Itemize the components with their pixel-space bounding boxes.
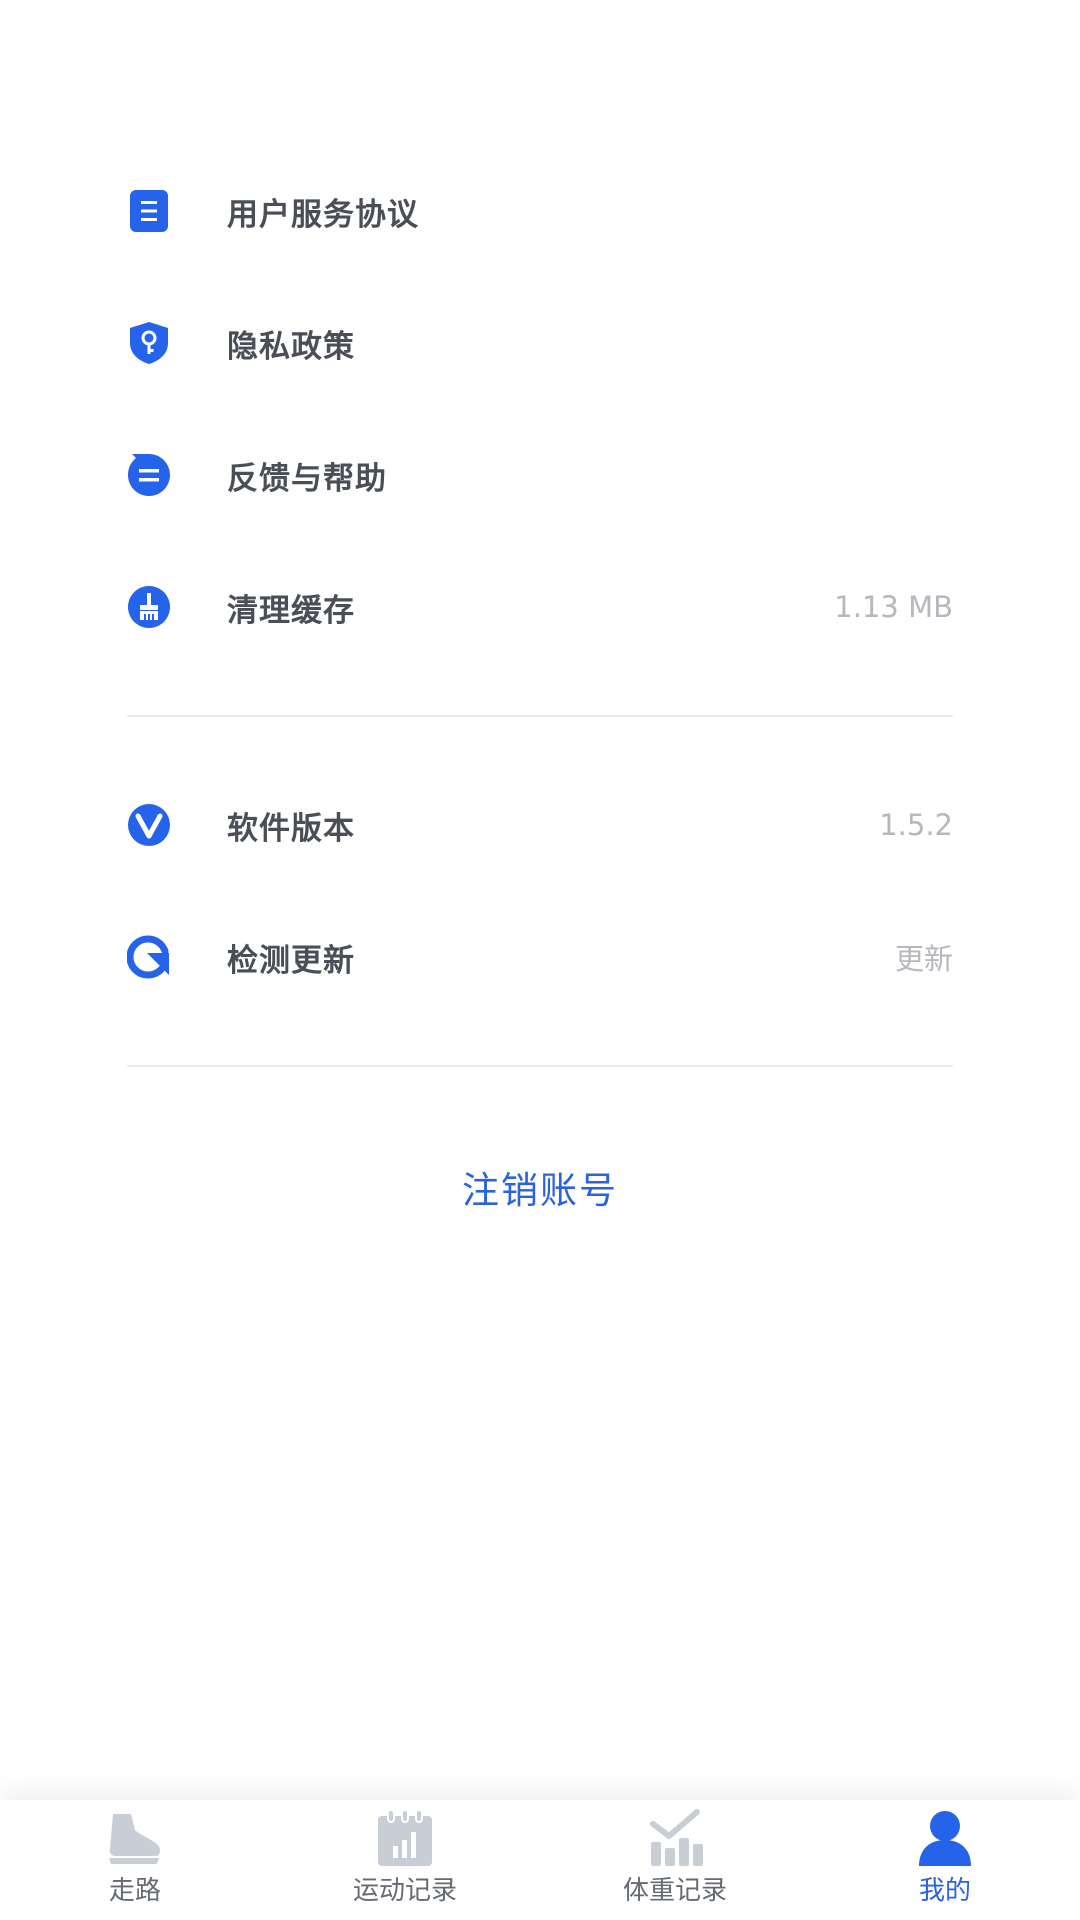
menu-item-user-agreement[interactable]: 用户服务协议 — [127, 166, 953, 256]
broom-icon — [127, 585, 171, 629]
shoe-icon — [103, 1808, 167, 1868]
cache-size-value: 1.13 MB — [834, 590, 953, 624]
document-icon — [127, 189, 171, 233]
menu-item-feedback-help[interactable]: 反馈与帮助 — [127, 430, 953, 520]
tab-mine[interactable]: 我的 — [810, 1800, 1080, 1920]
calendar-chart-icon — [373, 1808, 437, 1868]
menu-item-software-version[interactable]: 软件版本 1.5.2 — [127, 780, 953, 870]
menu-item-label: 反馈与帮助 — [227, 460, 387, 497]
bottom-tab-bar: 走路 运动记录 体重记录 我的 — [0, 1800, 1080, 1920]
tab-label: 体重记录 — [622, 1876, 727, 1906]
weight-chart-icon — [643, 1808, 707, 1868]
person-icon — [913, 1808, 977, 1868]
tab-walk[interactable]: 走路 — [0, 1800, 270, 1920]
feedback-bubble-icon — [127, 453, 171, 497]
tab-label: 走路 — [108, 1876, 161, 1906]
menu-item-label: 用户服务协议 — [227, 196, 419, 233]
menu-item-label: 隐私政策 — [227, 328, 355, 365]
tab-weight-records[interactable]: 体重记录 — [540, 1800, 810, 1920]
privacy-shield-icon — [127, 321, 171, 365]
refresh-icon — [127, 935, 171, 979]
deregister-account-button[interactable]: 注销账号 — [0, 1160, 1080, 1220]
version-icon — [127, 803, 171, 847]
menu-item-privacy-policy[interactable]: 隐私政策 — [127, 298, 953, 388]
version-value: 1.5.2 — [879, 808, 953, 842]
menu-item-label: 清理缓存 — [227, 592, 355, 629]
section-divider — [127, 1065, 953, 1067]
menu-item-label: 检测更新 — [227, 942, 355, 979]
menu-item-clear-cache[interactable]: 清理缓存 1.13 MB — [127, 562, 953, 652]
tab-exercise-records[interactable]: 运动记录 — [270, 1800, 540, 1920]
tab-label: 我的 — [918, 1876, 971, 1906]
menu-item-label: 软件版本 — [227, 810, 355, 847]
tab-label: 运动记录 — [352, 1876, 457, 1906]
menu-item-check-update[interactable]: 检测更新 更新 — [127, 912, 953, 1002]
update-value: 更新 — [894, 942, 953, 976]
section-divider — [127, 715, 953, 717]
